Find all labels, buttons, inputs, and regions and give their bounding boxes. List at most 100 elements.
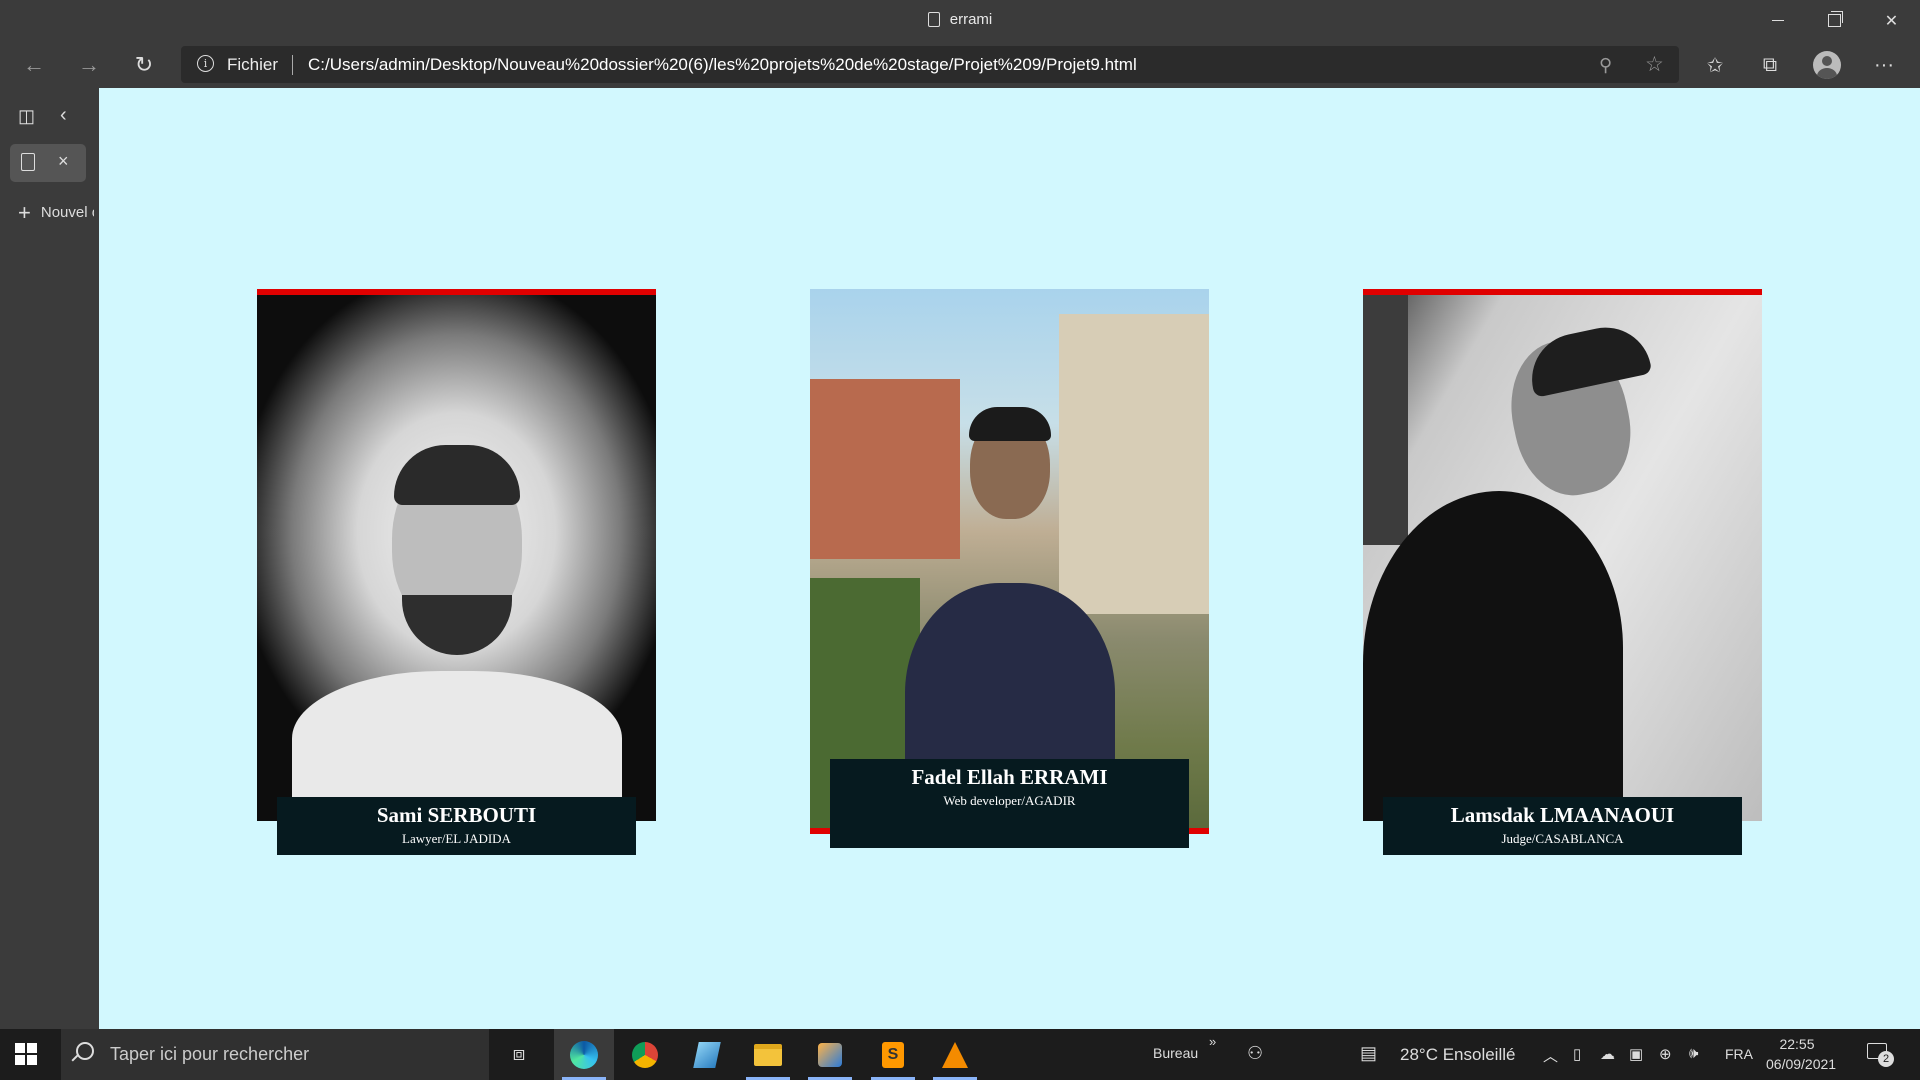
door-frame <box>1363 295 1408 545</box>
minimize-button[interactable] <box>1749 0 1806 41</box>
refresh-button[interactable]: ↻ <box>128 49 160 81</box>
minimize-icon <box>1771 20 1784 21</box>
edge-icon <box>570 1040 598 1069</box>
hair-shape <box>1523 319 1653 398</box>
network-icon[interactable]: ⊕ <box>1659 1045 1672 1063</box>
taskbar-sublime[interactable]: S <box>863 1029 923 1080</box>
avatar <box>1813 51 1841 79</box>
taskbar-file-explorer[interactable] <box>738 1029 798 1080</box>
arrow-right-icon: → <box>78 52 100 77</box>
toolbar-more-chevron[interactable]: » <box>1209 1034 1216 1049</box>
restore-button[interactable] <box>1806 0 1863 41</box>
nameplate: Sami SERBOUTI Lawyer/EL JADIDA <box>277 797 636 855</box>
onedrive-icon[interactable]: ☁ <box>1600 1045 1615 1063</box>
tab-actions-icon[interactable]: ◫ <box>18 106 35 127</box>
page-icon <box>21 153 35 171</box>
url-text[interactable]: C:/Users/admin/Desktop/Nouveau%20dossier… <box>308 55 1137 75</box>
new-tab-button[interactable]: + Nouvel onglet <box>18 200 94 226</box>
person-name: Lamsdak LMAANAOUI <box>1450 803 1675 827</box>
profile-button[interactable] <box>1809 47 1845 83</box>
tab-close-icon[interactable]: × <box>58 151 69 172</box>
arrow-left-icon: ← <box>23 52 45 77</box>
chrome-icon <box>632 1041 658 1068</box>
person-name: Sami SERBOUTI <box>376 803 537 827</box>
page-content: Sami SERBOUTI Lawyer/EL JADIDA Fadel Ell… <box>99 88 1920 1029</box>
person-role: Web developer/AGADIR <box>943 793 1076 808</box>
settings-more-button[interactable]: ··· <box>1866 47 1902 83</box>
security-icon[interactable]: ▣ <box>1629 1045 1643 1063</box>
profile-photo <box>810 289 1209 834</box>
taskbar-media-player[interactable] <box>800 1029 860 1080</box>
collections-icon: ⧉ <box>1762 53 1778 76</box>
person-role: Judge/CASABLANCA <box>1501 831 1624 846</box>
chevron-up-icon[interactable]: ︿ <box>1543 1045 1558 1066</box>
taskbar-edge[interactable] <box>554 1029 614 1080</box>
media-player-icon <box>818 1042 842 1067</box>
windows-start-icon[interactable] <box>15 1043 37 1065</box>
nameplate: Fadel Ellah ERRAMI Web developer/AGADIR <box>830 759 1189 848</box>
weather-icon[interactable]: ▤ <box>1360 1043 1377 1064</box>
forward-button[interactable]: → <box>73 49 105 81</box>
collections-button[interactable]: ⧉ <box>1752 47 1788 83</box>
weather-text[interactable]: 28°C Ensoleillé <box>1400 1045 1515 1065</box>
address-separator <box>292 55 293 75</box>
site-info-label[interactable]: Fichier <box>227 55 278 75</box>
profile-card: Fadel Ellah ERRAMI Web developer/AGADIR <box>810 289 1209 848</box>
profile-photo <box>257 289 656 821</box>
close-button[interactable]: ✕ <box>1863 0 1920 41</box>
person-role: Lawyer/EL JADIDA <box>402 831 511 846</box>
nameplate: Lamsdak LMAANAOUI Judge/CASABLANCA <box>1383 797 1742 855</box>
taskbar: Taper ici pour rechercher ⧈ S Bureau » ⚇… <box>0 1029 1920 1080</box>
notification-badge: 2 <box>1878 1051 1894 1067</box>
profile-card: Sami SERBOUTI Lawyer/EL JADIDA <box>257 289 656 855</box>
new-tab-label: Nouvel onglet <box>40 204 94 221</box>
vertical-tabs-sidebar: ◫ ‹ × + Nouvel onglet <box>0 88 99 1029</box>
task-view-icon: ⧈ <box>512 1043 526 1065</box>
info-icon[interactable]: i <box>197 55 214 72</box>
vlc-icon <box>942 1041 968 1068</box>
hair-shape <box>393 445 520 505</box>
title-bar: errami ✕ <box>0 0 1920 41</box>
hair-shape <box>968 407 1051 441</box>
favorites-button[interactable]: ✩ <box>1697 47 1733 83</box>
edit-app-icon <box>693 1041 721 1068</box>
tray-device-icon[interactable]: ▯ <box>1573 1045 1581 1063</box>
taskbar-vlc[interactable] <box>925 1029 985 1080</box>
browser-toolbar: ← → ↻ i Fichier C:/Users/admin/Desktop/N… <box>0 41 1920 88</box>
tab-errami[interactable]: × <box>10 144 86 182</box>
plus-icon: + <box>18 200 31 225</box>
window-title: errami <box>0 11 1920 28</box>
clock-time: 22:55 <box>1779 1036 1815 1052</box>
search-placeholder: Taper ici pour rechercher <box>110 1044 310 1064</box>
search-icon <box>76 1042 94 1060</box>
notification-center-button[interactable]: 2 <box>1865 1041 1895 1069</box>
people-icon[interactable]: ⚇ <box>1247 1043 1263 1064</box>
volume-icon[interactable]: 🕪 <box>1689 1045 1698 1062</box>
beard-shape <box>401 595 512 655</box>
close-icon: ✕ <box>1884 12 1899 30</box>
taskbar-chrome[interactable] <box>615 1029 675 1080</box>
refresh-icon: ↻ <box>134 52 154 77</box>
person-name: Fadel Ellah ERRAMI <box>911 765 1108 789</box>
taskbar-app-blue[interactable] <box>677 1029 737 1080</box>
file-icon <box>927 12 940 27</box>
profile-card: Lamsdak LMAANAOUI Judge/CASABLANCA <box>1363 289 1762 855</box>
taskbar-search[interactable]: Taper ici pour rechercher <box>61 1029 489 1080</box>
person-shirt <box>1363 491 1623 821</box>
folder-icon <box>754 1043 782 1066</box>
clock[interactable]: 22:55 06/09/2021 <box>1766 1034 1837 1074</box>
clock-date: 06/09/2021 <box>1766 1056 1837 1072</box>
back-button[interactable]: ← <box>18 49 50 81</box>
desktop-toolbar-label[interactable]: Bureau <box>1153 1045 1198 1061</box>
favorites-icon: ✩ <box>1706 54 1724 77</box>
collapse-pane-icon[interactable]: ‹ <box>60 104 67 127</box>
zoom-out-icon[interactable]: ⚲ <box>1599 55 1612 76</box>
language-indicator[interactable]: FRA <box>1725 1046 1753 1062</box>
restore-icon <box>1828 11 1843 27</box>
address-bar[interactable]: i Fichier C:/Users/admin/Desktop/Nouveau… <box>181 46 1679 83</box>
building-right <box>1059 314 1209 614</box>
task-view-button[interactable]: ⧈ <box>489 1029 549 1080</box>
more-icon: ··· <box>1874 53 1894 76</box>
profile-photo <box>1363 289 1762 821</box>
add-favorite-icon[interactable]: ☆ <box>1645 52 1664 77</box>
